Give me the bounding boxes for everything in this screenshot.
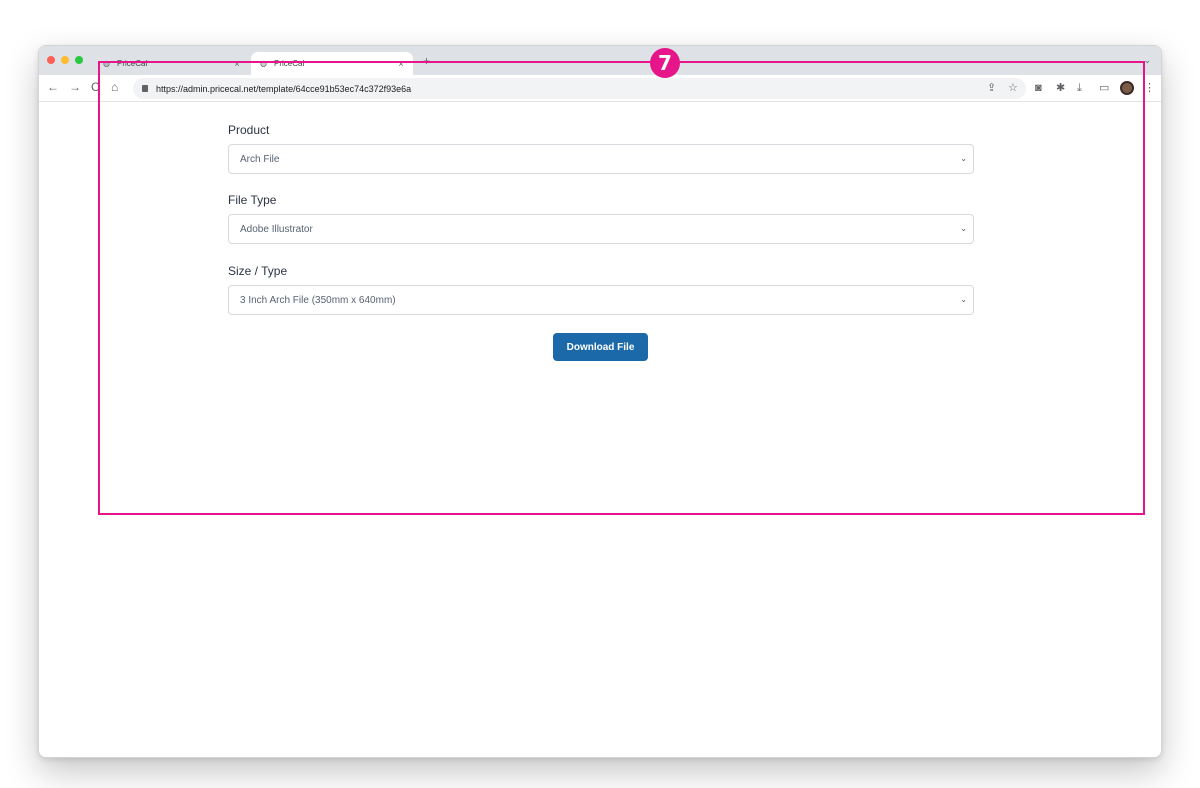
close-window-button[interactable] (47, 56, 55, 64)
forward-arrow-icon[interactable]: → (69, 80, 81, 94)
back-arrow-icon[interactable]: ← (47, 80, 59, 94)
minimize-window-button[interactable] (61, 56, 69, 64)
annotation-step-badge: 7 (650, 48, 680, 78)
annotation-highlight-box (98, 61, 1145, 515)
maximize-window-button[interactable] (75, 56, 83, 64)
more-menu-icon[interactable]: ⋮ (1144, 82, 1155, 94)
